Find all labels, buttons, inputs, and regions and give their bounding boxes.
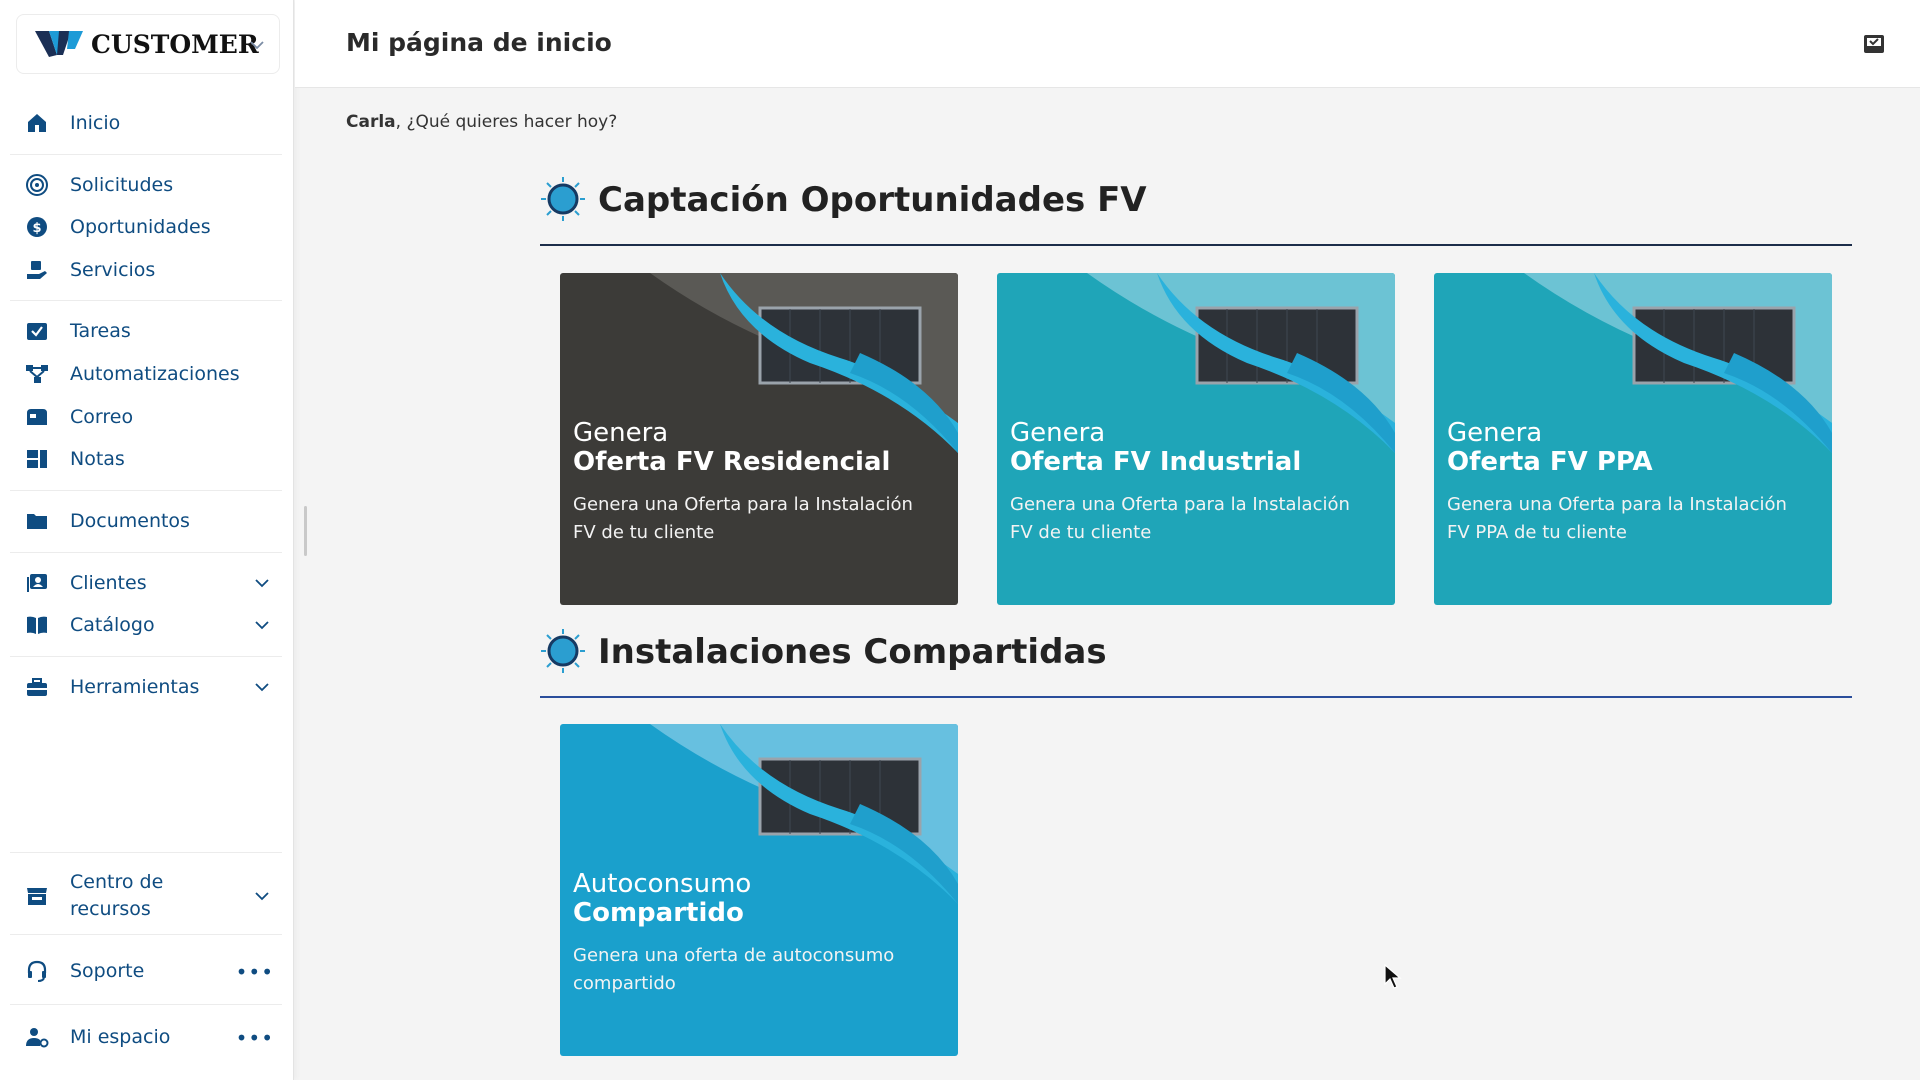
more-options-icon[interactable]: ••• bbox=[236, 1026, 274, 1050]
sidebar-resize-handle[interactable] bbox=[304, 506, 307, 556]
dollar-icon: $ bbox=[24, 214, 50, 240]
sidebar-item-documentos[interactable]: Documentos bbox=[24, 502, 282, 540]
card-oferta-fv-ppa[interactable]: Genera Oferta FV PPA Genera una Oferta p… bbox=[1434, 273, 1832, 605]
greeting: Carla, ¿Qué quieres hacer hoy? bbox=[346, 112, 617, 132]
card-title-line1: Genera bbox=[1447, 418, 1543, 448]
card-description: Genera una Oferta para la Instalación FV… bbox=[1010, 494, 1350, 543]
notes-icon bbox=[24, 446, 50, 472]
sidebar-item-servicios[interactable]: Servicios bbox=[24, 251, 282, 289]
card-autoconsumo-compartido[interactable]: Autoconsumo Compartido Genera una oferta… bbox=[560, 724, 958, 1056]
user-name: Carla bbox=[346, 112, 396, 132]
svg-text:$: $ bbox=[32, 221, 41, 236]
clients-icon bbox=[24, 570, 50, 596]
sidebar-item-label: Inicio bbox=[70, 112, 121, 134]
chevron-down-icon[interactable] bbox=[247, 35, 267, 55]
more-options-icon[interactable]: ••• bbox=[236, 960, 274, 984]
card-description: Genera una Oferta para la Instalación FV… bbox=[573, 494, 913, 543]
folder-icon bbox=[24, 508, 50, 534]
divider bbox=[10, 852, 282, 853]
divider bbox=[10, 1004, 282, 1005]
divider bbox=[10, 552, 282, 553]
card-description: Genera una oferta de autoconsumo compart… bbox=[573, 945, 895, 994]
greeting-text: , ¿Qué quieres hacer hoy? bbox=[395, 112, 618, 132]
mouse-cursor-icon bbox=[1384, 964, 1402, 989]
chevron-down-icon bbox=[255, 579, 269, 588]
sidebar-item-automatizaciones[interactable]: Automatizaciones bbox=[24, 355, 282, 393]
sidebar-item-label: Solicitudes bbox=[70, 174, 174, 196]
toolbox-icon bbox=[24, 674, 50, 700]
sun-icon bbox=[541, 629, 585, 673]
sidebar-item-label: Catálogo bbox=[70, 614, 155, 636]
sidebar-item-oportunidades[interactable]: $ Oportunidades bbox=[24, 208, 282, 246]
headset-icon bbox=[24, 958, 50, 984]
sidebar-item-notas[interactable]: Notas bbox=[24, 440, 282, 478]
header: Mi página de inicio bbox=[295, 0, 1920, 88]
divider bbox=[10, 934, 282, 935]
section-title: Instalaciones Compartidas bbox=[598, 632, 1107, 672]
sun-icon bbox=[541, 177, 585, 221]
card-description: Genera una Oferta para la Instalación FV… bbox=[1447, 494, 1787, 543]
sidebar-item-centro-de-recursos[interactable]: Centro de recursos bbox=[24, 866, 282, 926]
card-oferta-fv-industrial[interactable]: Genera Oferta FV Industrial Genera una O… bbox=[997, 273, 1395, 605]
page-title: Mi página de inicio bbox=[346, 28, 612, 57]
card-oferta-fv-residencial[interactable]: Genera Oferta FV Residencial Genera una … bbox=[560, 273, 958, 605]
sidebar-item-label: Mi espacio bbox=[70, 1026, 171, 1048]
divider bbox=[10, 300, 282, 301]
inbox-icon[interactable] bbox=[1862, 32, 1886, 56]
card-title-line1: Genera bbox=[1010, 418, 1106, 448]
sidebar-item-label: Tareas bbox=[70, 320, 131, 342]
brand-name: CUSTOMER bbox=[91, 29, 259, 59]
section-header-captacion: Captación Oportunidades FV bbox=[540, 176, 1852, 246]
sidebar-item-label: Herramientas bbox=[70, 676, 200, 698]
sidebar-item-label: Soporte bbox=[70, 960, 145, 982]
home-icon bbox=[24, 110, 50, 136]
sidebar-item-solicitudes[interactable]: Solicitudes bbox=[24, 166, 282, 204]
tasks-icon bbox=[24, 318, 50, 344]
card-title-line2: Compartido bbox=[573, 898, 744, 928]
chevron-down-icon bbox=[255, 683, 269, 692]
sidebar-item-label: Correo bbox=[70, 406, 134, 428]
card-title-line1: Autoconsumo bbox=[573, 869, 752, 899]
mail-icon bbox=[24, 404, 50, 430]
chevron-down-icon bbox=[255, 892, 269, 901]
divider bbox=[10, 656, 282, 657]
user-gear-icon bbox=[24, 1024, 50, 1050]
sidebar-item-correo[interactable]: Correo bbox=[24, 398, 282, 436]
sidebar-item-soporte[interactable]: Soporte ••• bbox=[24, 952, 282, 990]
sidebar-item-inicio[interactable]: Inicio bbox=[24, 104, 282, 142]
card-title-line2: Oferta FV PPA bbox=[1447, 447, 1653, 477]
sidebar-item-label: Notas bbox=[70, 448, 125, 470]
section-title: Captación Oportunidades FV bbox=[598, 180, 1147, 220]
sidebar-item-mi-espacio[interactable]: Mi espacio ••• bbox=[24, 1018, 282, 1056]
section-header-instalaciones: Instalaciones Compartidas bbox=[540, 628, 1852, 698]
brand-logo-icon bbox=[35, 31, 83, 57]
sidebar-item-label: Automatizaciones bbox=[70, 363, 240, 385]
sidebar-item-label: Servicios bbox=[70, 259, 156, 281]
sidebar-item-herramientas[interactable]: Herramientas bbox=[24, 668, 282, 706]
sidebar-item-tareas[interactable]: Tareas bbox=[24, 312, 282, 350]
flow-icon bbox=[24, 361, 50, 387]
sidebar-item-label: Centro de recursos bbox=[70, 871, 164, 920]
target-icon bbox=[24, 172, 50, 198]
card-title-line1: Genera bbox=[573, 418, 669, 448]
store-icon bbox=[24, 883, 50, 909]
sidebar-item-label: Documentos bbox=[70, 510, 190, 532]
card-title-line2: Oferta FV Industrial bbox=[1010, 447, 1302, 477]
sidebar-item-clientes[interactable]: Clientes bbox=[24, 564, 282, 602]
chevron-down-icon bbox=[255, 621, 269, 630]
sidebar-item-label: Oportunidades bbox=[70, 216, 211, 238]
sidebar-item-catalogo[interactable]: Catálogo bbox=[24, 606, 282, 644]
card-title-line2: Oferta FV Residencial bbox=[573, 447, 891, 477]
sidebar: CUSTOMER Inicio Solicitudes $ Oportunida… bbox=[0, 0, 294, 1080]
service-icon bbox=[24, 257, 50, 283]
divider bbox=[10, 154, 282, 155]
sidebar-item-label: Clientes bbox=[70, 572, 147, 594]
workspace-switcher[interactable]: CUSTOMER bbox=[16, 14, 280, 74]
book-icon bbox=[24, 612, 50, 638]
divider bbox=[10, 490, 282, 491]
